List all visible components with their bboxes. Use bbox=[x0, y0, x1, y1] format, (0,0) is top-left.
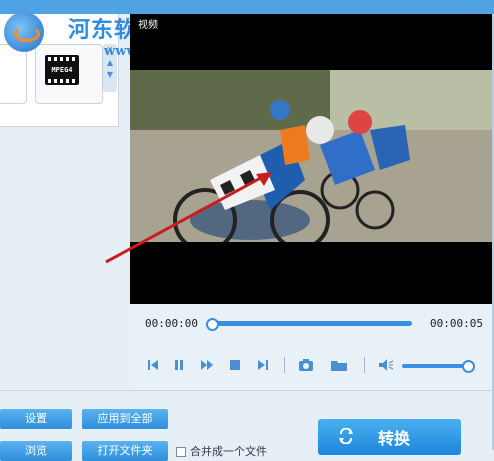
merge-label: 合并成一个文件 bbox=[190, 445, 267, 458]
settings-button[interactable]: 设置 bbox=[0, 409, 72, 429]
next-frame-icon[interactable] bbox=[198, 356, 216, 374]
merge-checkbox[interactable] bbox=[176, 447, 186, 457]
volume-handle[interactable] bbox=[462, 360, 475, 373]
total-time: 00:00:05 bbox=[430, 317, 483, 330]
file-type-label: MPEG4 bbox=[51, 66, 73, 74]
video-frame-image bbox=[130, 70, 494, 242]
apply-all-button[interactable]: 应用到全部 bbox=[82, 409, 168, 429]
refresh-icon bbox=[339, 428, 353, 444]
browse-button[interactable]: 浏览 bbox=[0, 441, 72, 461]
video-scene bbox=[130, 70, 494, 242]
control-divider bbox=[284, 357, 285, 373]
volume-slider[interactable] bbox=[402, 364, 468, 368]
current-time: 00:00:00 bbox=[145, 317, 198, 330]
pause-icon[interactable] bbox=[170, 356, 188, 374]
open-folder-button[interactable]: 打开文件夹 bbox=[82, 441, 168, 461]
control-divider bbox=[364, 357, 365, 373]
seek-bar[interactable] bbox=[209, 321, 412, 326]
chevron-down-icon[interactable]: ▼ bbox=[103, 69, 117, 81]
volume-icon[interactable] bbox=[377, 356, 395, 374]
camera-icon[interactable] bbox=[297, 356, 315, 374]
end-icon[interactable] bbox=[254, 356, 272, 374]
prev-icon[interactable] bbox=[144, 356, 162, 374]
folder-icon[interactable] bbox=[330, 356, 348, 374]
logo-mark-icon bbox=[4, 12, 44, 52]
convert-label: 转换 bbox=[378, 429, 411, 448]
preview-label: 视频 bbox=[138, 20, 158, 31]
stop-icon[interactable] bbox=[226, 356, 244, 374]
seek-handle[interactable] bbox=[206, 318, 219, 331]
